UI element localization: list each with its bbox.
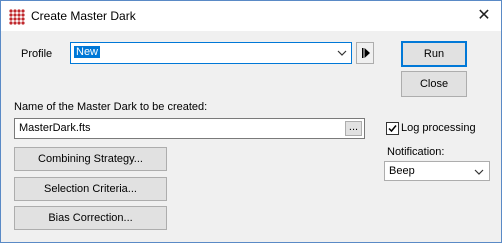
- selection-criteria-button[interactable]: Selection Criteria...: [14, 177, 167, 201]
- notification-label: Notification:: [387, 146, 445, 158]
- log-processing-label: Log processing: [401, 122, 476, 134]
- checkmark-icon: [388, 125, 397, 133]
- master-dark-name-value: MasterDark.fts: [19, 122, 91, 134]
- browse-button[interactable]: ...: [345, 121, 362, 136]
- master-dark-name-input[interactable]: MasterDark.fts ...: [14, 118, 365, 139]
- profile-label: Profile: [21, 48, 53, 60]
- log-processing-checkbox[interactable]: [386, 122, 399, 135]
- arrow-right-icon: [362, 48, 370, 58]
- chevron-down-icon: [337, 50, 347, 56]
- app-logo-icon: [9, 9, 25, 25]
- close-window-icon[interactable]: ✕: [473, 5, 495, 27]
- bias-correction-button[interactable]: Bias Correction...: [14, 206, 167, 230]
- notification-select[interactable]: Beep: [384, 161, 490, 181]
- chevron-down-icon: [474, 169, 484, 175]
- profile-value: New: [74, 46, 101, 58]
- profile-select[interactable]: New: [70, 42, 352, 64]
- notification-value: Beep: [389, 165, 415, 177]
- dialog-window: Create Master Dark ✕ Profile New Run Clo…: [0, 0, 502, 243]
- window-title: Create Master Dark: [31, 9, 136, 23]
- run-button[interactable]: Run: [401, 41, 467, 67]
- close-button[interactable]: Close: [401, 71, 467, 97]
- title-bar: Create Master Dark ✕: [1, 1, 501, 31]
- master-dark-name-label: Name of the Master Dark to be created:: [14, 101, 208, 113]
- combining-strategy-button[interactable]: Combining Strategy...: [14, 147, 167, 171]
- profile-menu-button[interactable]: [356, 42, 374, 64]
